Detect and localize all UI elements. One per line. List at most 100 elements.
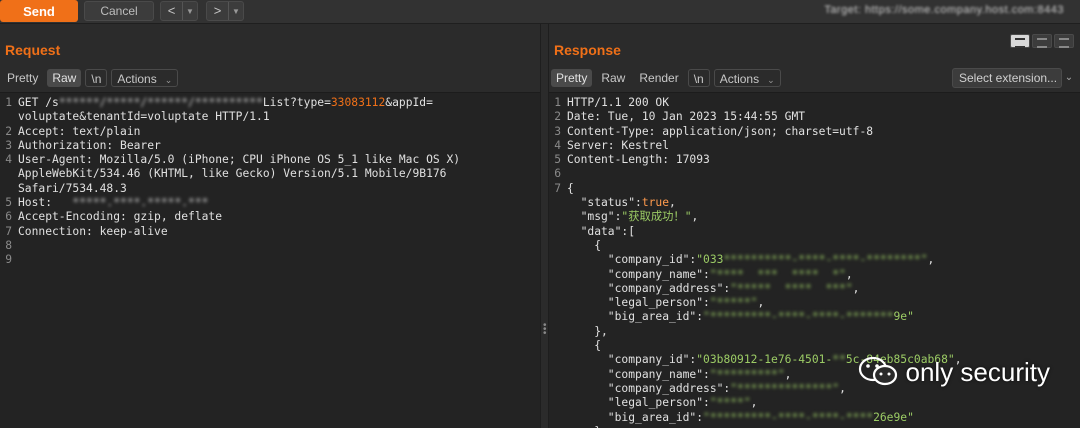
code-token: { (567, 339, 602, 353)
code-token: Server: Kestrel (567, 138, 670, 152)
code-token: "company_address": (567, 381, 731, 395)
code-text: AppleWebKit/534.46 (KHTML, like Gecko) V… (14, 167, 446, 181)
code-text: Accept-Encoding: gzip, deflate (14, 210, 222, 224)
back-dropdown-icon[interactable]: ▼ (183, 7, 197, 16)
cancel-button[interactable]: Cancel (84, 1, 154, 21)
tab-newline[interactable]: \n (85, 69, 108, 87)
wechat-icon (858, 356, 900, 388)
code-token: "big_area_id": (567, 310, 704, 324)
code-line: 0 "status":true, (549, 196, 1080, 210)
layout-tabs-icon[interactable] (1054, 34, 1074, 48)
code-text: "company_name":"**** *** **** *", (563, 268, 853, 282)
tab-raw[interactable]: Raw (596, 69, 630, 87)
code-line: 0 "msg":"获取成功！", (549, 210, 1080, 224)
drag-handle-icon[interactable]: • • • (543, 321, 547, 339)
code-token: , (669, 196, 676, 210)
line-number: 0 (549, 225, 563, 239)
code-line: 4 User-Agent: Mozilla/5.0 (iPhone; CPU iP… (0, 153, 540, 167)
line-number: 0 (549, 310, 563, 324)
actions-dropdown[interactable]: Actions ⌄ (111, 69, 179, 87)
code-token: GET /s (18, 96, 59, 109)
line-number: 9 (5, 253, 12, 267)
tab-pretty[interactable]: Pretty (551, 69, 593, 87)
code-line: 0 "company_name":"**** *** **** *", (549, 268, 1080, 282)
line-number: 0 (549, 253, 563, 267)
line-number: 0 (549, 268, 563, 282)
line-number: 5 (554, 153, 561, 167)
code-token: Accept: text/plain (18, 124, 141, 138)
code-token: "company_name": (567, 267, 710, 281)
line-number: 0 (549, 296, 563, 310)
code-token: **********-****-****-********" (723, 253, 928, 267)
line-number: 0 (0, 110, 14, 124)
tab-pretty[interactable]: Pretty (2, 69, 43, 87)
line-number: 0 (549, 382, 563, 396)
code-token: true (641, 196, 670, 210)
back-nav[interactable]: < ▼ (160, 1, 198, 21)
target-host[interactable]: Target: https://some.company.host.com:84… (824, 4, 1064, 16)
line-number: 6 (5, 210, 12, 224)
code-token: "company_id": (567, 353, 697, 367)
line-number: 5 (5, 196, 12, 210)
code-line: 5 Host: *****.****.*****.*** (0, 196, 540, 210)
request-tabs: Pretty Raw \n Actions ⌄ (0, 67, 179, 89)
code-text: Content-Type: application/json; charset=… (563, 125, 873, 139)
code-text: Accept: text/plain (14, 125, 140, 139)
code-token: "033 (696, 253, 724, 267)
actions-dropdown[interactable]: Actions ⌄ (713, 69, 781, 87)
line-number: 1 (5, 96, 12, 109)
code-text: User-Agent: Mozilla/5.0 (iPhone; CPU iPh… (14, 153, 460, 167)
forward-arrow-icon[interactable]: > (207, 2, 229, 20)
forward-nav[interactable]: > ▼ (206, 1, 244, 21)
layout-horizontal-icon[interactable] (1032, 34, 1052, 48)
code-token: ******/*****/******/********** (58, 96, 263, 109)
code-text: { (563, 182, 574, 196)
code-token: { (567, 238, 602, 252)
code-token: Safari/7534.48.3 (18, 181, 127, 195)
back-arrow-icon[interactable]: < (161, 2, 183, 20)
line-number: 2 (5, 124, 12, 138)
code-line: 9 (0, 253, 540, 267)
code-token: , (927, 253, 935, 267)
code-token: "big_area_id": (567, 410, 704, 424)
code-token: , (750, 396, 758, 410)
code-line: 0 "big_area_id":"*********-****-****-***… (549, 310, 1080, 324)
line-number: 3 (554, 124, 561, 138)
code-token: , (852, 281, 860, 295)
code-line: 2 Accept: text/plain (0, 125, 540, 139)
send-button[interactable]: Send (0, 0, 78, 22)
code-line: 0 "legal_person":"****", (549, 396, 1080, 410)
code-token: "status": (567, 196, 642, 210)
line-number: 0 (0, 182, 14, 196)
code-line: 0 { (549, 239, 1080, 253)
request-editor[interactable]: 1 GET /s******/*****/******/**********Lis… (0, 92, 540, 428)
line-number: 7 (554, 181, 561, 195)
code-text: }, (563, 325, 608, 339)
code-line: 6 Accept-Encoding: gzip, deflate (0, 210, 540, 224)
code-token: "company_name": (567, 367, 710, 381)
pane-divider[interactable]: • • • (540, 24, 549, 428)
tab-newline[interactable]: \n (687, 69, 710, 87)
code-token: , (839, 381, 846, 395)
forward-dropdown-icon[interactable]: ▼ (229, 7, 243, 16)
code-text: Date: Tue, 10 Jan 2023 15:44:55 GMT (563, 110, 805, 124)
code-token: , (757, 296, 765, 310)
line-number: 0 (549, 210, 563, 224)
layout-side-by-side-icon[interactable] (1010, 34, 1030, 48)
code-text: "status":true, (563, 196, 676, 210)
code-text: "big_area_id":"*********-****-****-*****… (563, 310, 914, 324)
tab-raw[interactable]: Raw (47, 69, 82, 87)
code-token: "*********" (709, 367, 785, 381)
line-number: 0 (549, 353, 563, 367)
select-extension-dropdown[interactable]: Select extension... ⌄ (952, 68, 1073, 88)
code-text: Server: Kestrel (563, 139, 669, 153)
code-token: { (567, 181, 574, 195)
code-line: 0 AppleWebKit/534.46 (KHTML, like Gecko) … (0, 167, 540, 181)
code-line: 0 "data":[ (549, 225, 1080, 239)
code-text: "company_name":"*********", (563, 367, 792, 382)
tab-render[interactable]: Render (634, 69, 683, 87)
code-token: "**** *** **** *" (709, 267, 846, 281)
